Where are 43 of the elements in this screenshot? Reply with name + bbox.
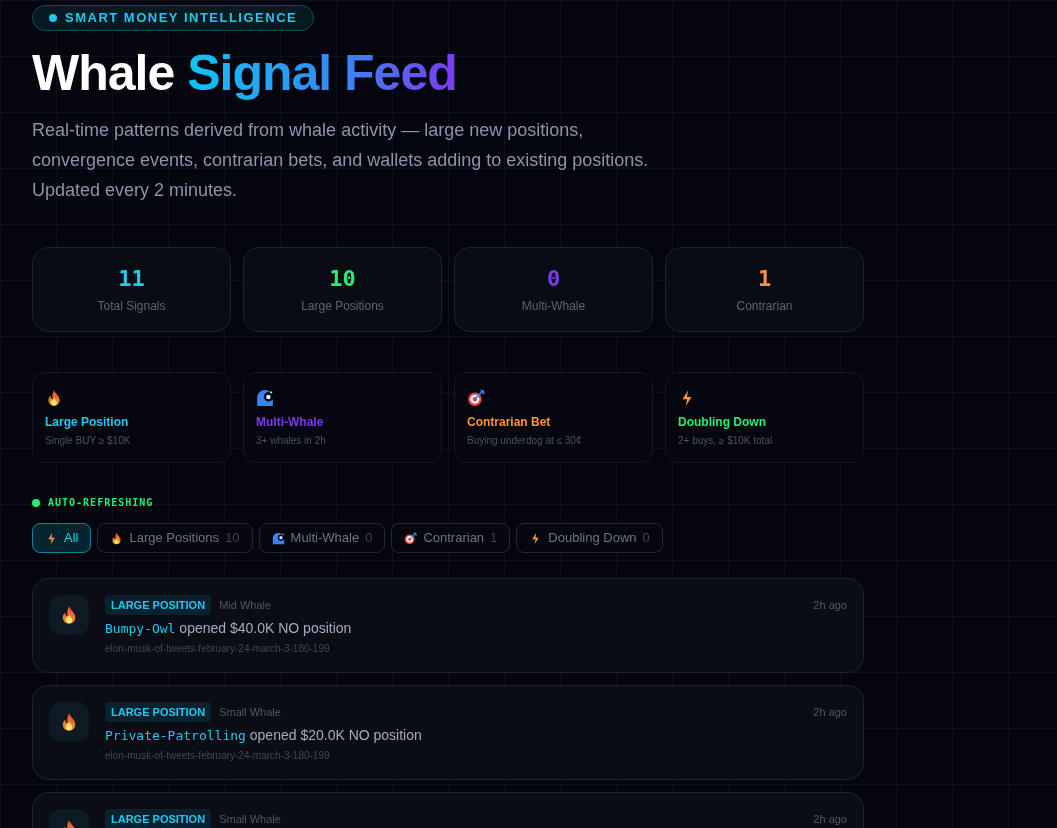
signal-tag: LARGE POSITION [105,809,212,828]
signal-time: 2h ago [813,704,847,720]
page-description: Real-time patterns derived from whale activity — large new positions, convergence events, contrarian bets, and wallets adding to existing positions. Updated every 2 minutes. [32,119,650,202]
wave-icon [271,531,285,545]
stat-label: Contrarian [736,297,793,315]
filter-tab[interactable]: Doubling Down 0 [516,523,663,553]
filter-tab[interactable]: Contrarian 1 [391,523,511,553]
stat-label: Large Positions [301,297,384,315]
filter-tab[interactable]: Multi-Whale 0 [258,523,386,553]
signal-tag: LARGE POSITION [105,595,212,615]
signal-time: 2h ago [813,811,847,827]
stat-value: 0 [546,264,561,293]
stat-value: 1 [757,264,772,293]
filter-tab[interactable]: Large Positions 10 [97,523,253,553]
wave-icon [256,389,274,407]
flame-icon [110,531,124,545]
refresh-status: AUTO-REFRESHING [48,496,154,510]
signal-summary: Private-Patrolling opened $20.0K NO position [105,726,423,745]
target-icon [467,389,485,407]
market-slug: elon-musk-of-tweets-february-24-march-3-180-199 [105,642,331,656]
signal-type-name: Contrarian Bet [467,414,552,431]
stat-label: Total Signals [97,297,166,315]
signal-type-rule: Single BUY ≥ $10K [45,434,132,448]
stat-value: 10 [329,264,356,293]
whale-tier-label: Small Whale [219,811,281,827]
signal-tag: LARGE POSITION [105,702,212,722]
signal-type-rule: Buying underdog at ≤ 30¢ [467,434,583,448]
signal-type-rule: 3+ whales in 2h [256,434,327,448]
badge-label: SMART MONEY INTELLIGENCE [65,9,298,28]
market-slug: elon-musk-of-tweets-february-24-march-3-180-199 [105,749,331,763]
whale-tier-label: Mid Whale [219,597,272,613]
whale-tier-label: Small Whale [219,704,281,720]
flame-icon [45,389,63,407]
signal-type-name: Large Position [45,414,130,431]
signal-type-name: Doubling Down [678,414,767,431]
stat-label: Multi-Whale [521,297,586,315]
filter-tab[interactable]: All [32,523,92,553]
signal-type-name: Multi-Whale [256,414,325,431]
signal-summary: Bumpy-Owl opened $40.0K NO position [105,619,353,638]
signal-type-rule: 2+ buys, ≥ $10K total [678,434,774,448]
target-icon [404,531,418,545]
stat-value: 11 [118,264,145,293]
signal-time: 2h ago [813,597,847,613]
